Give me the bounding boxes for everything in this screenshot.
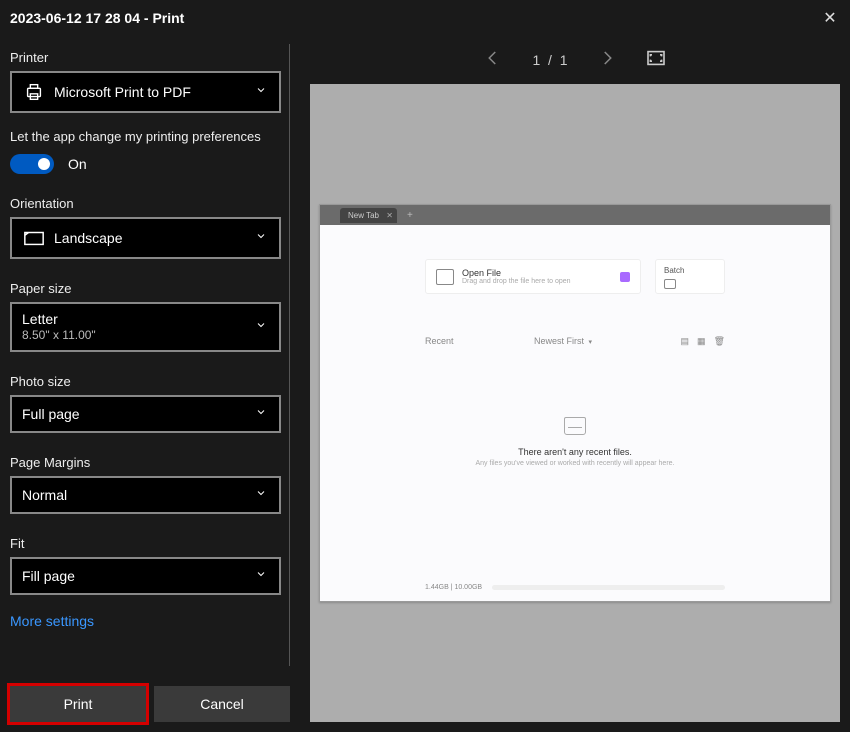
paper-size-value: Letter bbox=[22, 312, 255, 327]
close-button[interactable]: ✕ bbox=[820, 8, 840, 28]
preview-area: New Tab ✕ + Open File Drag and drop the … bbox=[310, 84, 840, 722]
recent-label: Recent bbox=[425, 336, 454, 347]
more-settings-link[interactable]: More settings bbox=[10, 613, 281, 629]
page-preview: New Tab ✕ + Open File Drag and drop the … bbox=[319, 204, 831, 602]
close-icon: ✕ bbox=[386, 211, 393, 220]
printer-value: Microsoft Print to PDF bbox=[54, 84, 255, 100]
previous-page-button[interactable] bbox=[484, 49, 502, 72]
page-margins-value: Normal bbox=[22, 487, 255, 503]
printer-label: Printer bbox=[10, 50, 281, 65]
chevron-down-icon bbox=[255, 318, 269, 336]
chevron-down-icon bbox=[255, 486, 269, 504]
open-file-card: Open File Drag and drop the file here to… bbox=[425, 259, 641, 294]
preview-tabbar: New Tab ✕ + bbox=[320, 205, 830, 225]
print-button[interactable]: Print bbox=[10, 686, 146, 722]
paper-size-label: Paper size bbox=[10, 281, 281, 296]
square-icon bbox=[620, 272, 630, 282]
sort-label: Newest First bbox=[534, 336, 584, 346]
chevron-down-icon bbox=[255, 567, 269, 585]
app-pref-toggle[interactable] bbox=[10, 154, 54, 174]
preview-toolbar: 1 / 1 bbox=[310, 36, 840, 84]
view-icons: ▤▦🗑 bbox=[673, 336, 725, 347]
printer-icon bbox=[22, 81, 46, 103]
batch-card: Batch bbox=[655, 259, 725, 294]
window-title: 2023-06-12 17 28 04 - Print bbox=[10, 10, 184, 26]
folder-icon bbox=[436, 269, 454, 285]
chevron-down-icon bbox=[255, 405, 269, 423]
page-margins-label: Page Margins bbox=[10, 455, 281, 470]
printer-select[interactable]: Microsoft Print to PDF bbox=[10, 71, 281, 113]
plus-icon: + bbox=[407, 210, 413, 221]
preview-tab: New Tab ✕ bbox=[340, 208, 397, 223]
cancel-button[interactable]: Cancel bbox=[154, 686, 290, 722]
orientation-select[interactable]: Landscape bbox=[10, 217, 281, 259]
photo-size-select[interactable]: Full page bbox=[10, 395, 281, 433]
page-indicator: 1 / 1 bbox=[532, 52, 567, 68]
next-page-button[interactable] bbox=[598, 49, 616, 72]
orientation-value: Landscape bbox=[54, 230, 255, 246]
batch-icon bbox=[664, 279, 676, 289]
app-pref-label: Let the app change my printing preferenc… bbox=[10, 129, 281, 144]
storage-text: 1.44GB | 10.00GB bbox=[425, 584, 482, 591]
fit-to-page-button[interactable] bbox=[646, 50, 666, 71]
fit-value: Fill page bbox=[22, 568, 255, 584]
orientation-label: Orientation bbox=[10, 196, 281, 211]
page-margins-select[interactable]: Normal bbox=[10, 476, 281, 514]
landscape-icon bbox=[22, 227, 46, 249]
fit-label: Fit bbox=[10, 536, 281, 551]
inbox-icon bbox=[564, 417, 586, 435]
photo-size-label: Photo size bbox=[10, 374, 281, 389]
chevron-down-icon bbox=[255, 229, 269, 247]
paper-size-select[interactable]: Letter 8.50" x 11.00" bbox=[10, 302, 281, 352]
chevron-down-icon bbox=[255, 83, 269, 101]
fit-select[interactable]: Fill page bbox=[10, 557, 281, 595]
storage-bar bbox=[492, 585, 725, 590]
empty-state: There aren't any recent files. Any files… bbox=[425, 417, 725, 467]
paper-size-dimensions: 8.50" x 11.00" bbox=[22, 328, 255, 342]
app-pref-state: On bbox=[68, 156, 87, 172]
photo-size-value: Full page bbox=[22, 406, 255, 422]
